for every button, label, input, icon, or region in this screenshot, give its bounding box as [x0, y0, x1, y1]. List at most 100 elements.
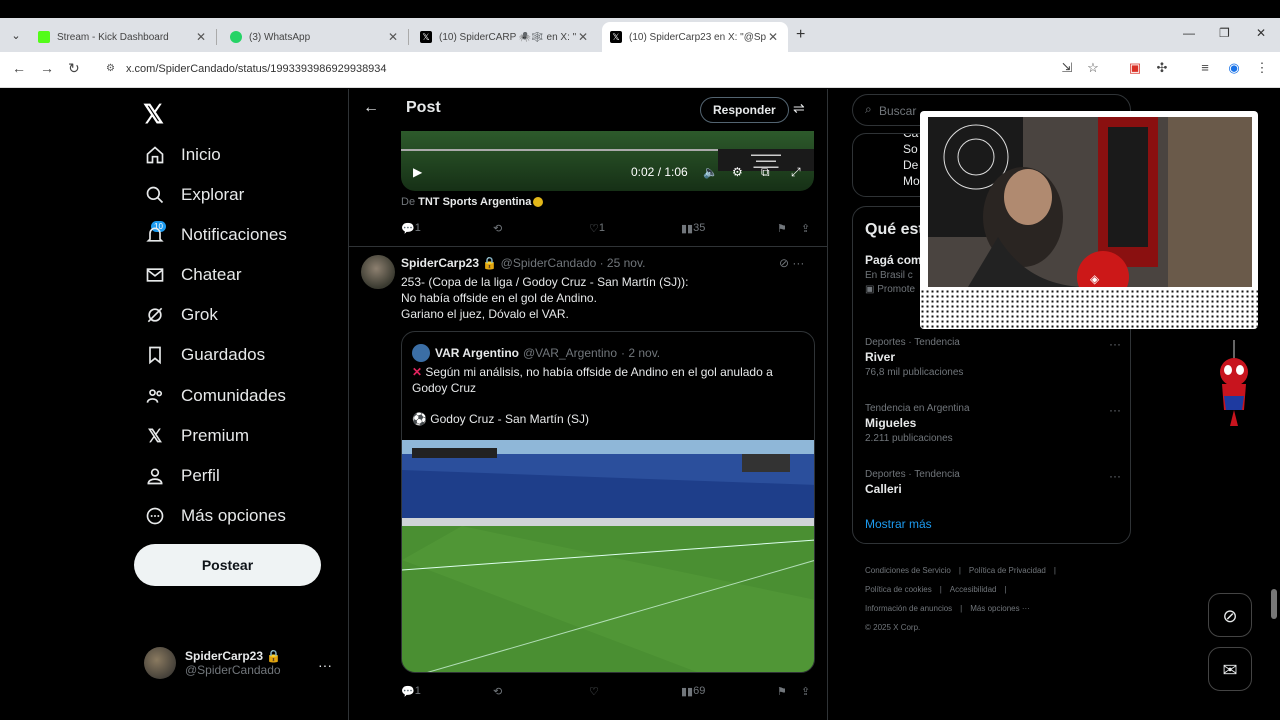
- nav-grok[interactable]: Grok: [144, 302, 218, 328]
- install-icon[interactable]: ⇲: [1059, 60, 1075, 76]
- sliders-icon[interactable]: ⇌: [793, 100, 805, 117]
- search-icon: ⌕: [865, 102, 872, 116]
- views-button[interactable]: ▮▮ 35: [681, 222, 705, 235]
- play-icon[interactable]: ▶: [413, 165, 422, 179]
- scrollbar-thumb[interactable]: [1271, 589, 1277, 619]
- quote-author: VAR Argentino: [435, 346, 519, 360]
- avatar[interactable]: [361, 255, 395, 289]
- footer-link[interactable]: Más opciones ···: [970, 604, 1030, 613]
- extension-icon[interactable]: ▣: [1127, 60, 1143, 76]
- maximize-icon[interactable]: ❐: [1219, 26, 1230, 40]
- profile-icon[interactable]: ◉: [1226, 60, 1242, 76]
- more-icon[interactable]: ···: [792, 256, 804, 270]
- nav-more-options[interactable]: Más opciones: [144, 503, 286, 529]
- views-button[interactable]: ▮▮ 69: [681, 685, 705, 698]
- reload-icon[interactable]: ↻: [68, 60, 80, 77]
- quoted-tweet[interactable]: VAR Argentino @VAR_Argentino · 2 nov. ✕ …: [401, 331, 815, 673]
- tweet-author[interactable]: SpiderCarp23: [401, 256, 479, 270]
- close-tab-icon[interactable]: ✕: [194, 30, 208, 44]
- repost-icon[interactable]: ⟲: [493, 685, 502, 698]
- post-button[interactable]: Postear: [134, 544, 321, 586]
- url-text[interactable]: x.com/SpiderCandado/status/1993393986929…: [126, 63, 387, 75]
- video-player[interactable]: ▬▬▬▬▬▬ ▬▬▬▬ ▬▬▬▬▬ ▶ 0:02 / 1:06 🔈 ⚙ ⧉ ⤢: [401, 131, 814, 191]
- footer-link[interactable]: Información de anuncios: [865, 604, 952, 613]
- tweet-handle[interactable]: @SpiderCandado: [501, 256, 597, 270]
- media-icon[interactable]: ≡: [1197, 60, 1213, 76]
- reply-button[interactable]: Responder: [700, 97, 789, 123]
- scrollbar[interactable]: [1268, 89, 1280, 720]
- nav-profile[interactable]: Perfil: [144, 463, 220, 489]
- volume-icon[interactable]: 🔈: [703, 165, 718, 179]
- nav-chat[interactable]: Chatear: [144, 262, 241, 288]
- tab-spidercarp[interactable]: 𝕏 (10) SpiderCARP 🕷️🕸️ en X: "L ✕: [412, 22, 598, 52]
- footer-link[interactable]: Política de Privacidad: [969, 566, 1046, 575]
- trend-count: 76,8 mil publicaciones: [865, 367, 964, 378]
- account-switcher[interactable]: SpiderCarp23 🔒 @SpiderCandado: [144, 647, 281, 679]
- close-tab-icon[interactable]: ✕: [576, 30, 590, 44]
- video-source[interactable]: De TNT Sports Argentina: [401, 196, 544, 208]
- tab-search-icon[interactable]: ⌄: [6, 26, 26, 46]
- close-tab-icon[interactable]: ✕: [766, 30, 780, 44]
- trend-name: Migueles: [865, 416, 917, 430]
- trend-item[interactable]: Tendencia en Argentina Migueles 2.211 pu…: [865, 403, 1125, 444]
- bookmark-icon[interactable]: ⚑: [777, 222, 787, 235]
- nav-home[interactable]: Inicio: [144, 142, 221, 168]
- card-text: So: [903, 142, 918, 156]
- nav-premium[interactable]: 𝕏 Premium: [144, 423, 249, 449]
- more-icon[interactable]: ···: [1109, 403, 1121, 417]
- bookmark-icon[interactable]: ⚑: [777, 685, 787, 698]
- like-icon[interactable]: ♡: [589, 685, 599, 698]
- tab-whatsapp[interactable]: (3) WhatsApp ✕: [222, 22, 408, 52]
- tab-spidercarp23-active[interactable]: 𝕏 (10) SpiderCarp23 en X: "@Spic ✕: [602, 22, 788, 52]
- grok-icon[interactable]: ⊘: [1208, 593, 1252, 637]
- account-more-icon[interactable]: ···: [318, 657, 332, 673]
- more-icon[interactable]: ···: [1109, 337, 1121, 351]
- trend-item[interactable]: Deportes · Tendencia River 76,8 mil publ…: [865, 337, 1125, 378]
- quote-header: VAR Argentino @VAR_Argentino · 2 nov.: [412, 344, 660, 362]
- nav-notifications[interactable]: Notificaciones: [144, 222, 287, 248]
- puzzle-icon[interactable]: ✣: [1154, 60, 1170, 76]
- site-info-icon[interactable]: ⚙: [106, 63, 120, 77]
- reply-count: 1: [414, 685, 421, 697]
- nav-bookmarks[interactable]: Guardados: [144, 342, 265, 368]
- close-tab-icon[interactable]: ✕: [386, 30, 400, 44]
- footer-link[interactable]: Política de cookies: [865, 585, 932, 594]
- repost-icon[interactable]: ⟲: [493, 222, 502, 235]
- star-icon[interactable]: ☆: [1085, 60, 1101, 76]
- footer-link[interactable]: Condiciones de Servicio: [865, 566, 951, 575]
- like-button[interactable]: ♡ 1: [589, 222, 605, 235]
- menu-icon[interactable]: ⋮: [1254, 60, 1270, 76]
- close-window-icon[interactable]: ✕: [1256, 26, 1266, 40]
- footer-link[interactable]: Accesibilidad: [950, 585, 997, 594]
- settings-icon[interactable]: ⚙: [732, 165, 743, 179]
- show-more-link[interactable]: Mostrar más: [865, 517, 932, 531]
- x-logo-icon[interactable]: 𝕏: [143, 99, 164, 130]
- nav-communities[interactable]: Comunidades: [144, 383, 286, 409]
- reply-button[interactable]: 💬 1: [401, 685, 421, 698]
- reply-button[interactable]: 💬 1: [401, 222, 421, 235]
- new-tab-icon[interactable]: +: [796, 26, 805, 44]
- svg-text:◈: ◈: [1090, 272, 1100, 286]
- more-icon[interactable]: ···: [1109, 469, 1121, 483]
- footer-separator: |: [958, 566, 961, 575]
- share-icon[interactable]: ⇪: [801, 685, 810, 698]
- tweet-date[interactable]: · 25 nov.: [600, 256, 646, 270]
- byline-source[interactable]: TNT Sports Argentina: [418, 196, 531, 208]
- back-icon[interactable]: ←: [12, 60, 26, 76]
- nav-explore[interactable]: Explorar: [144, 182, 244, 208]
- back-arrow-icon[interactable]: ←: [363, 99, 379, 117]
- fullscreen-icon[interactable]: ⤢: [791, 165, 801, 180]
- grok-icon[interactable]: ⊘ ···: [779, 256, 804, 270]
- footer-separator: |: [960, 604, 963, 613]
- forward-icon[interactable]: →: [40, 60, 54, 76]
- stadium-image[interactable]: [402, 440, 814, 672]
- pip-icon[interactable]: ⧉: [761, 165, 770, 180]
- trend-item[interactable]: Deportes · Tendencia Calleri ···: [865, 469, 1125, 496]
- messages-icon[interactable]: ✉: [1208, 647, 1252, 691]
- quote-body: Según mi análisis, no había offside de A…: [412, 365, 773, 395]
- minimize-icon[interactable]: —: [1183, 26, 1195, 40]
- view-count: 35: [693, 222, 706, 234]
- share-icon[interactable]: ⇪: [801, 222, 810, 235]
- tab-kick[interactable]: Stream - Kick Dashboard ✕: [30, 22, 216, 52]
- omnibox[interactable]: ⚙ x.com/SpiderCandado/status/19933939869…: [96, 57, 1046, 83]
